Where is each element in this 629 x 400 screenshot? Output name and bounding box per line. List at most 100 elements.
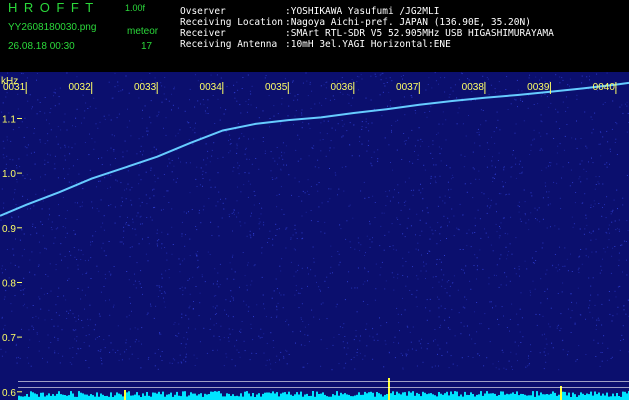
noise-dot — [425, 270, 427, 272]
noise-dot — [341, 119, 343, 121]
noise-dot — [72, 329, 74, 331]
noise-dot — [440, 240, 441, 241]
noise-dot — [263, 308, 265, 310]
noise-dot — [500, 254, 502, 256]
spectrum-bar — [468, 395, 470, 400]
noise-dot — [621, 104, 623, 106]
noise-dot — [117, 349, 119, 351]
noise-dot — [476, 269, 478, 271]
noise-dot — [371, 157, 373, 158]
noise-dot — [567, 84, 569, 86]
noise-dot — [556, 327, 558, 329]
noise-dot — [606, 359, 608, 361]
noise-dot — [212, 283, 214, 285]
noise-dot — [579, 228, 581, 230]
noise-dot — [524, 214, 526, 216]
noise-dot — [402, 368, 404, 370]
noise-dot — [459, 249, 461, 250]
noise-dot — [44, 247, 46, 249]
noise-dot — [556, 182, 558, 184]
noise-dot — [561, 77, 563, 79]
spectrum-bar — [602, 393, 604, 400]
noise-dot — [550, 226, 551, 228]
spectrum-bar — [480, 391, 482, 400]
noise-dot — [372, 336, 374, 338]
spectrum-bar — [30, 391, 32, 400]
noise-dot — [301, 127, 303, 129]
noise-dot — [129, 120, 131, 122]
noise-dot — [420, 145, 421, 147]
noise-dot — [333, 336, 335, 338]
noise-dot — [72, 165, 74, 167]
noise-dot — [126, 150, 128, 152]
noise-dot — [334, 99, 336, 100]
noise-dot — [122, 151, 124, 153]
noise-dot — [602, 103, 604, 105]
noise-dot — [247, 264, 249, 266]
noise-dot — [153, 174, 155, 176]
noise-dot — [533, 104, 535, 105]
noise-dot — [610, 151, 611, 153]
noise-dot — [596, 324, 597, 326]
noise-dot — [398, 342, 399, 344]
noise-dot — [546, 298, 548, 300]
noise-dot — [457, 289, 459, 291]
noise-dot — [216, 305, 218, 307]
noise-dot — [113, 266, 115, 267]
noise-dot — [70, 254, 72, 256]
noise-dot — [578, 267, 580, 269]
noise-dot — [474, 254, 476, 256]
noise-dot — [421, 230, 423, 232]
spectrum-bar — [368, 392, 370, 400]
info-label-receiver: Receiver — [180, 28, 226, 39]
noise-dot — [161, 231, 163, 233]
noise-dot — [486, 205, 488, 207]
noise-dot — [382, 72, 384, 74]
noise-dot — [139, 205, 141, 207]
noise-dot — [388, 231, 390, 233]
noise-dot — [450, 188, 452, 190]
noise-dot — [370, 75, 372, 77]
noise-dot — [109, 164, 111, 166]
noise-dot — [429, 310, 431, 312]
noise-dot — [297, 264, 299, 266]
spectrum-bar — [568, 392, 570, 400]
noise-dot — [314, 166, 316, 168]
noise-dot — [489, 301, 491, 303]
spectrum-bar — [358, 392, 360, 400]
noise-dot — [518, 206, 520, 208]
spectrum-bar — [176, 391, 178, 400]
noise-dot — [606, 196, 608, 198]
noise-dot — [477, 128, 479, 130]
noise-dot — [239, 221, 241, 223]
noise-dot — [345, 166, 347, 168]
noise-dot — [98, 336, 100, 337]
noise-dot — [246, 111, 248, 113]
spectrum-bar — [332, 394, 334, 400]
noise-dot — [464, 155, 466, 157]
noise-dot — [440, 160, 442, 162]
spectrum-bar — [458, 396, 460, 400]
noise-dot — [64, 256, 66, 257]
spectrum-bar — [404, 392, 406, 400]
noise-dot — [166, 98, 167, 100]
noise-dot — [461, 98, 463, 100]
spectrum-bar — [62, 394, 64, 400]
noise-dot — [322, 139, 324, 140]
noise-dot — [63, 295, 65, 297]
noise-dot — [141, 201, 143, 203]
noise-dot — [353, 124, 355, 126]
noise-dot — [301, 287, 303, 289]
noise-dot — [478, 178, 480, 180]
noise-dot — [304, 192, 306, 194]
noise-dot — [281, 103, 283, 105]
noise-dot — [252, 339, 254, 341]
noise-dot — [487, 236, 489, 238]
noise-dot — [371, 122, 373, 124]
noise-dot — [496, 211, 497, 213]
noise-dot — [115, 179, 117, 181]
noise-dot — [69, 347, 71, 349]
noise-dot — [474, 311, 475, 313]
noise-dot — [142, 154, 143, 156]
noise-dot — [626, 105, 628, 107]
